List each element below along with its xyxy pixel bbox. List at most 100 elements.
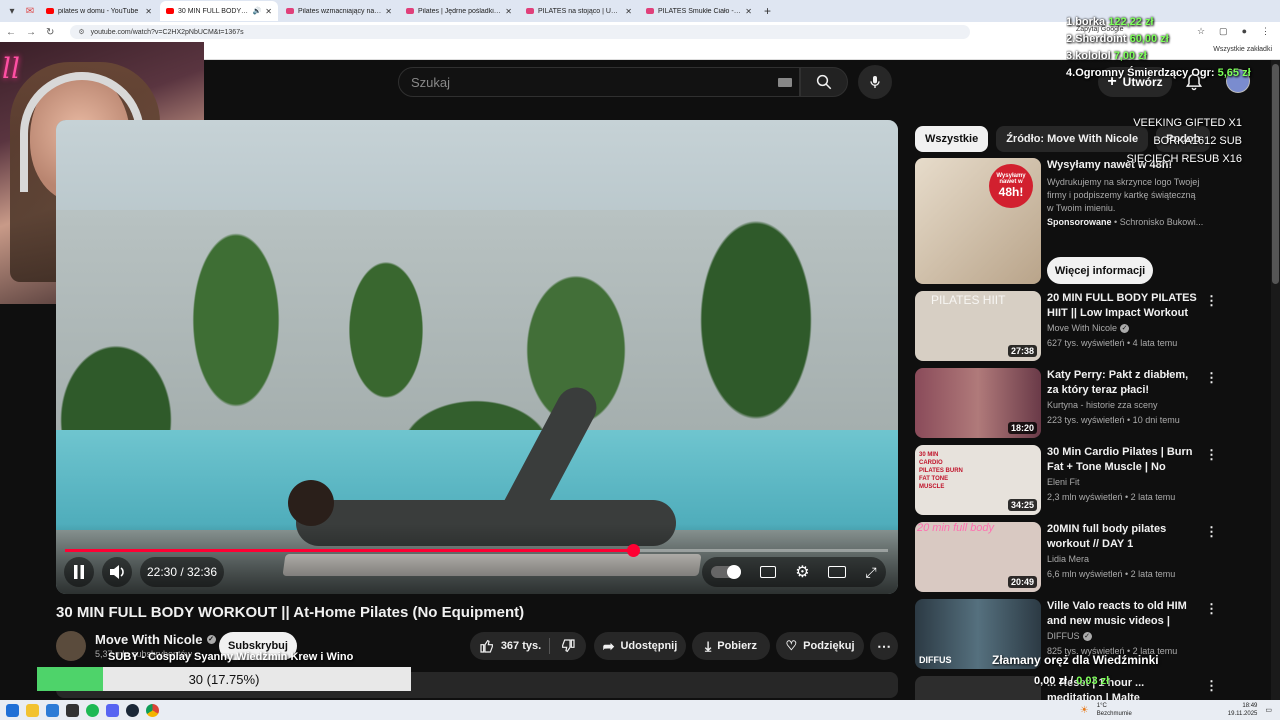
donation-name: Sherdoint xyxy=(1075,33,1127,45)
recommendation-channel: Lidia Mera xyxy=(1047,554,1090,564)
recommendation-thumbnail[interactable]: 20 min full body 20:49 xyxy=(915,522,1041,592)
clock[interactable]: 18:49 19.11.2025 xyxy=(1228,702,1258,718)
speaker-icon[interactable]: 🔊 xyxy=(253,7,262,15)
search-button[interactable] xyxy=(800,67,848,97)
progress-scrubber[interactable] xyxy=(626,544,640,557)
more-actions-button[interactable]: ⋯ xyxy=(870,632,898,660)
verified-icon: ✓ xyxy=(206,635,216,644)
recommendation-meta: 6,6 mln wyświetleń • 2 lata temu xyxy=(1047,569,1176,579)
recommendation-meta: 2,3 mln wyświetleń • 2 lata temu xyxy=(1047,492,1176,502)
browser-tab[interactable]: Pilates | Jędrne pośladki i płaski ✕ xyxy=(400,1,518,21)
app-icon[interactable] xyxy=(66,703,79,717)
recommendation-item[interactable]: 30 MIN CARDIO PILATES BURN FAT TONE MUSC… xyxy=(915,445,1218,515)
duration-badge: 27:38 xyxy=(1007,345,1037,357)
discord-icon[interactable] xyxy=(106,703,119,717)
dislike-button[interactable] xyxy=(550,632,586,660)
keyboard-icon[interactable] xyxy=(778,78,792,87)
ad-thumbnail[interactable]: Wysyłamy nawet w 48h! xyxy=(915,158,1041,284)
subgoal-title: SUBY - Cosplay Syanny Wiedźmin Krew i Wi… xyxy=(108,651,354,663)
tab-close-icon[interactable]: ✕ xyxy=(745,7,752,16)
more-options-icon[interactable]: ⋮ xyxy=(1205,293,1218,309)
recommendation-item[interactable]: 18:20 Katy Perry: Pakt z diabłem, za któ… xyxy=(915,368,1218,438)
windows-start-icon[interactable] xyxy=(6,703,19,717)
autoplay-toggle-icon[interactable] xyxy=(711,565,742,579)
duration-badge: 34:25 xyxy=(1007,499,1037,511)
youtube-favicon-icon xyxy=(166,8,174,14)
youtube-favicon-icon xyxy=(526,8,534,14)
goal-amount-a: 0,00 zł xyxy=(1034,675,1068,687)
goal-amount-b: 0,03 zł xyxy=(1076,675,1110,687)
subgoal-text: 30 (17.75%) xyxy=(188,671,260,687)
like-button[interactable]: 367 tys. xyxy=(470,632,550,660)
youtube-favicon-icon xyxy=(286,8,294,14)
share-button[interactable]: ➦ Udostępnij xyxy=(594,632,686,660)
verified-icon: ✓ xyxy=(1120,323,1130,333)
video-player[interactable]: 22:30 / 32:36 ⚙ ⤢ xyxy=(56,120,898,594)
chip-all[interactable]: Wszystkie xyxy=(915,126,989,152)
gmail-icon[interactable]: ✉ xyxy=(22,3,38,19)
recommendation-channel: Move With Nicole ✓ xyxy=(1047,323,1130,333)
tab-close-icon[interactable]: ✕ xyxy=(505,7,512,16)
recommendation-channel: Eleni Fit xyxy=(1047,477,1080,487)
tab-close-icon[interactable]: ✕ xyxy=(625,7,632,16)
browser-tab[interactable]: PILATES na stojąco | Uda i Brzuch ✕ xyxy=(520,1,638,21)
play-pause-button[interactable] xyxy=(64,557,94,587)
spotify-icon[interactable] xyxy=(86,703,99,717)
notifications-tray-icon[interactable]: ▭ xyxy=(1265,706,1272,714)
microphone-icon xyxy=(870,76,880,88)
donation-rank: 1. xyxy=(1066,16,1076,28)
steam-icon[interactable] xyxy=(126,703,139,717)
fullscreen-icon[interactable]: ⤢ xyxy=(865,564,876,581)
mute-button[interactable] xyxy=(102,557,132,587)
tab-close-icon[interactable]: ✕ xyxy=(265,7,272,16)
page-scrollbar-thumb[interactable] xyxy=(1272,64,1279,284)
subtitles-icon[interactable] xyxy=(760,566,777,578)
recommendation-thumbnail[interactable] xyxy=(915,676,1041,700)
browser-tab[interactable]: Pilates wzmacniający na całe ciało ✕ xyxy=(280,1,398,21)
site-info-icon[interactable]: ⚙ xyxy=(78,28,84,36)
screen: ▾ ✉ pilates w domu - YouTube ✕ 30 MIN FU… xyxy=(0,0,1280,720)
weather-desc: Bezchmurnie xyxy=(1096,711,1132,717)
channel-name-link[interactable]: Move With Nicole ✓ xyxy=(95,632,216,647)
browser-tab-active[interactable]: 30 MIN FULL BODY WORKO... 🔊 ✕ xyxy=(160,1,278,21)
ad-more-info-button[interactable]: Więcej informacji xyxy=(1047,257,1153,284)
more-options-icon[interactable]: ⋮ xyxy=(1205,370,1218,386)
more-options-icon[interactable]: ⋮ xyxy=(1205,524,1218,540)
search-input[interactable]: Szukaj xyxy=(398,67,800,97)
thanks-button[interactable]: ♡ Podziękuj xyxy=(776,632,864,660)
reload-icon[interactable]: ↻ xyxy=(46,27,54,38)
youtube-favicon-icon xyxy=(646,8,654,14)
recommendation-thumbnail[interactable]: 18:20 xyxy=(915,368,1041,438)
time-text: 22:30 / 32:36 xyxy=(146,565,218,579)
more-options-icon[interactable]: ⋮ xyxy=(1205,601,1218,617)
chrome-icon[interactable] xyxy=(146,703,159,717)
weather-widget[interactable]: 1°C Bezchmurnie xyxy=(1097,702,1132,718)
more-options-icon[interactable]: ⋮ xyxy=(1205,447,1218,463)
progress-bar[interactable] xyxy=(65,544,888,557)
download-button[interactable]: ⤓ Pobierz xyxy=(692,632,770,660)
more-options-icon[interactable]: ⋮ xyxy=(1205,678,1215,694)
recommendation-item[interactable]: PILATES HIIT 27:38 20 MIN FULL BODY PILA… xyxy=(915,291,1218,361)
tab-search-icon[interactable]: ▾ xyxy=(4,3,20,19)
browser-tab[interactable]: PILATES Smukłe Ciało - YouTube ✕ xyxy=(640,1,758,21)
forward-icon[interactable]: → xyxy=(26,27,36,38)
url-field[interactable]: ⚙ youtube.com/watch?v=C2HX2pNbUCM&t=1367… xyxy=(70,25,971,39)
new-tab-icon[interactable]: + xyxy=(764,4,771,18)
voice-search-button[interactable] xyxy=(858,65,892,99)
settings-icon[interactable]: ⚙ xyxy=(795,562,809,582)
tab-close-icon[interactable]: ✕ xyxy=(145,7,152,16)
theater-mode-icon[interactable] xyxy=(828,566,847,578)
donation-row: 3.kololol 7,00 zł xyxy=(1066,48,1266,65)
donation-row: 1.borka 122,22 zł xyxy=(1066,14,1266,31)
file-explorer-icon[interactable] xyxy=(26,703,39,717)
recommendation-item[interactable]: 20 min full body 20:49 20MIN full body p… xyxy=(915,522,1218,592)
tab-close-icon[interactable]: ✕ xyxy=(385,7,392,16)
app-icon[interactable] xyxy=(46,703,59,717)
recommendation-thumbnail[interactable]: PILATES HIIT 27:38 xyxy=(915,291,1041,361)
browser-tab[interactable]: pilates w domu - YouTube ✕ xyxy=(40,1,158,21)
thumbnail-text: DIFFUS xyxy=(919,655,952,665)
back-icon[interactable]: ← xyxy=(6,27,16,38)
donation-row: 4.Ogromny Śmierdzący Ogr: 5,65 zł xyxy=(1066,65,1266,82)
channel-avatar[interactable] xyxy=(56,631,86,661)
recommendation-thumbnail[interactable]: 30 MIN CARDIO PILATES BURN FAT TONE MUSC… xyxy=(915,445,1041,515)
